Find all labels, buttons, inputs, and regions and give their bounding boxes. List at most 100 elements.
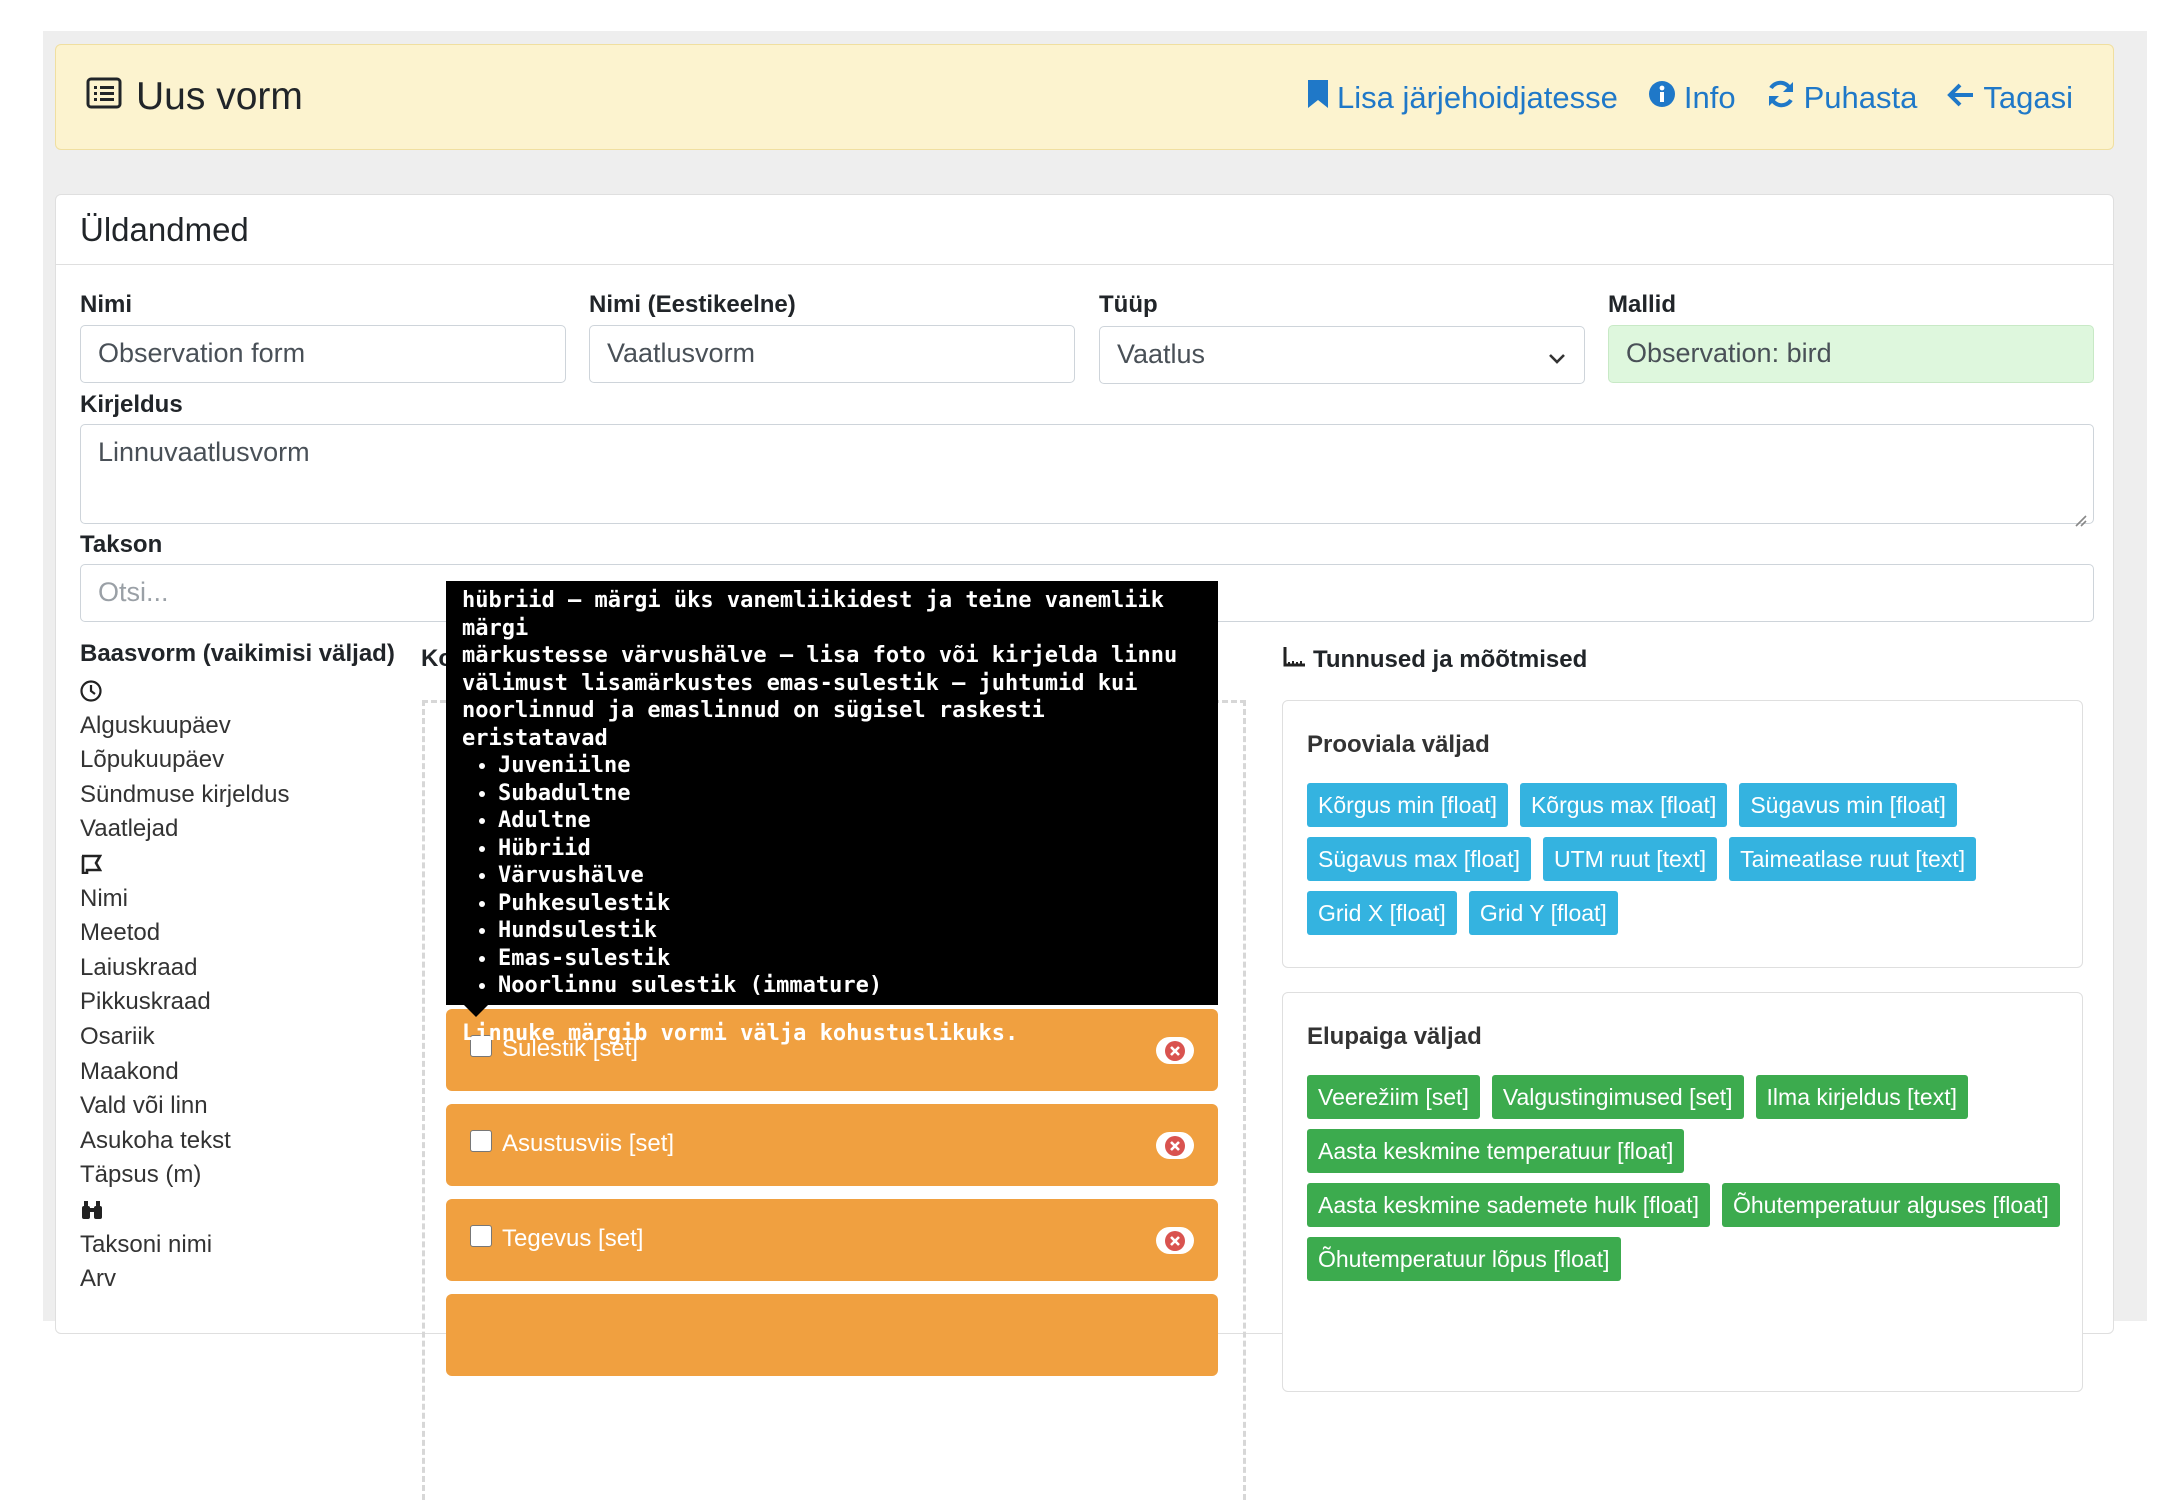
tooltip-arrow <box>464 1005 488 1017</box>
base-field[interactable]: Vald või linn <box>80 1089 420 1124</box>
tooltip-item: Puhkesulestik <box>498 890 1202 918</box>
description-textarea[interactable]: Linnuvaatlusvorm <box>80 424 2094 527</box>
field-badge[interactable]: Grid Y [float] <box>1468 891 1618 935</box>
page-header: Uus vorm Lisa järjehoidjatesse Info Puha… <box>55 44 2114 150</box>
field-badge[interactable]: Valgustingimused [set] <box>1491 1075 1744 1119</box>
base-field[interactable]: Alguskuupäev <box>80 709 420 744</box>
type-select[interactable]: Vaatlus <box>1099 326 1585 384</box>
field-tooltip: hübriid – märgi üks vanemliikidest ja te… <box>446 581 1218 1046</box>
field-badge[interactable]: Kõrgus min [float] <box>1307 783 1508 827</box>
templates-input[interactable]: Observation: bird <box>1608 325 2094 383</box>
field-badge[interactable]: Aasta keskmine temperatuur [float] <box>1307 1129 1685 1173</box>
field-badge[interactable]: Aasta keskmine sademete hulk [float] <box>1307 1183 1710 1227</box>
back-link[interactable]: Tagasi <box>1947 79 2073 117</box>
base-form-list: Baasvorm (vaikimisi väljad) Alguskuupäev… <box>80 640 420 1297</box>
tooltip-item: Noorlinnu sulestik (immature) <box>498 972 1202 1000</box>
required-checkbox[interactable] <box>470 1130 492 1152</box>
form-field-row[interactable]: Asustusviis [set] <box>446 1104 1218 1186</box>
name-input[interactable]: Observation form <box>80 325 566 383</box>
base-field[interactable]: Nimi <box>80 882 420 917</box>
description-value: Linnuvaatlusvorm <box>98 437 310 467</box>
name-label: Nimi <box>80 291 133 318</box>
base-field[interactable]: Sündmuse kirjeldus <box>80 778 420 813</box>
base-field[interactable]: Meetod <box>80 916 420 951</box>
base-field[interactable]: Lõpukuupäev <box>80 743 420 778</box>
form-field-row[interactable]: Tegevus [set] <box>446 1199 1218 1281</box>
chevron-down-icon <box>1548 343 1566 364</box>
habitat-panel: Elupaiga väljad Veerežiim [set] Valgusti… <box>1282 992 2083 1392</box>
tooltip-line: noorlinnud ja emaslinnud on sügisel rask… <box>462 698 1045 751</box>
list-icon <box>86 75 122 119</box>
base-field[interactable]: Pikkuskraad <box>80 985 420 1020</box>
field-badge[interactable]: Õhutemperatuur alguses [float] <box>1721 1183 2060 1227</box>
templates-label: Mallid <box>1608 291 1677 318</box>
field-badge[interactable]: Veerežiim [set] <box>1307 1075 1480 1119</box>
base-field[interactable]: Osariik <box>80 1020 420 1055</box>
page-title-text: Uus vorm <box>136 75 303 118</box>
base-form-heading: Baasvorm (vaikimisi väljad) <box>80 640 395 667</box>
measurements-heading-text: Tunnused ja mõõtmised <box>1313 645 1588 673</box>
bookmark-label: Lisa järjehoidjatesse <box>1337 80 1618 115</box>
name-et-label: Nimi (Eestikeelne) <box>589 291 796 318</box>
general-card: Üldandmed Nimi Observation form Nimi (Ee… <box>55 194 2114 1500</box>
field-badge[interactable]: Sügavus min [float] <box>1739 783 1957 827</box>
tooltip-item: Hübriid <box>498 835 1202 863</box>
type-label: Tüüp <box>1099 291 1158 318</box>
arrow-left-icon <box>1947 80 1975 116</box>
field-badge[interactable]: Sügavus max [float] <box>1307 837 1531 881</box>
field-badge[interactable]: Taimeatlase ruut [text] <box>1729 837 1977 881</box>
base-field[interactable]: Täpsus (m) <box>80 1158 420 1193</box>
header-actions: Lisa järjehoidjatesse Info Puhasta Tagas… <box>1307 79 2073 117</box>
base-field[interactable]: Laiuskraad <box>80 951 420 986</box>
back-label: Tagasi <box>1983 80 2073 115</box>
map-icon <box>80 847 420 882</box>
field-badge[interactable]: Õhutemperatuur lõpus [float] <box>1307 1237 1621 1281</box>
tooltip-item: Juveniilne <box>498 752 1202 780</box>
binoculars-icon <box>80 1193 420 1228</box>
habitat-badges: Veerežiim [set] Valgustingimused [set] I… <box>1307 1075 2067 1281</box>
close-icon <box>1165 1135 1185 1156</box>
taxon-label: Takson <box>80 531 163 558</box>
tooltip-line: hübriid – märgi üks vanemliikidest ja te… <box>462 588 1164 641</box>
bookmark-icon <box>1307 79 1329 117</box>
name-et-input[interactable]: Vaatlusvorm <box>589 325 1075 383</box>
tooltip-item: Adultne <box>498 807 1202 835</box>
sample-area-badges: Kõrgus min [float] Kõrgus max [float] Sü… <box>1307 783 2067 935</box>
page-title: Uus vorm <box>86 75 303 119</box>
info-label: Info <box>1683 80 1736 115</box>
type-select-value: Vaatlus <box>1117 339 1206 369</box>
tooltip-list: Juveniilne Subadultne Adultne Hübriid Vä… <box>462 752 1202 1000</box>
form-field-row[interactable] <box>446 1294 1218 1376</box>
field-badge[interactable]: UTM ruut [text] <box>1543 837 1718 881</box>
remove-field-button[interactable] <box>1156 1227 1194 1254</box>
base-field[interactable]: Vaatlejad <box>80 812 420 847</box>
base-field[interactable]: Maakond <box>80 1055 420 1090</box>
tooltip-item: Hundsulestik <box>498 917 1202 945</box>
close-icon <box>1165 1230 1185 1251</box>
tooltip-footer: Linnuke märgib vormi välja kohustuslikuk… <box>462 1020 1019 1046</box>
base-field[interactable]: Arv <box>80 1262 420 1297</box>
base-field[interactable]: Taksoni nimi <box>80 1228 420 1263</box>
required-checkbox[interactable] <box>470 1225 492 1247</box>
form-field-label: Asustusviis [set] <box>502 1130 675 1157</box>
refresh-icon <box>1766 79 1796 117</box>
info-link[interactable]: Info <box>1648 79 1736 117</box>
tooltip-item: Värvushälve <box>498 862 1202 890</box>
tooltip-item: Emas-sulestik <box>498 945 1202 973</box>
field-badge[interactable]: Grid X [float] <box>1307 891 1457 935</box>
tooltip-item: Subadultne <box>498 780 1202 808</box>
bookmark-link[interactable]: Lisa järjehoidjatesse <box>1307 79 1618 117</box>
sample-area-panel: Prooviala väljad Kõrgus min [float] Kõrg… <box>1282 700 2083 968</box>
resize-handle-icon[interactable] <box>2073 503 2087 527</box>
tooltip-line: välimust lisamärkustes emas-sulestik – j… <box>462 670 1138 696</box>
remove-field-button[interactable] <box>1156 1132 1194 1159</box>
clock-icon <box>80 674 420 709</box>
measurements-heading: Tunnused ja mõõtmised <box>1283 645 1587 674</box>
clear-link[interactable]: Puhasta <box>1766 79 1917 117</box>
info-icon <box>1648 80 1676 116</box>
base-field[interactable]: Asukoha tekst <box>80 1124 420 1159</box>
field-badge[interactable]: Kõrgus max [float] <box>1519 783 1728 827</box>
form-field-label: Tegevus [set] <box>502 1225 644 1252</box>
field-badge[interactable]: Ilma kirjeldus [text] <box>1755 1075 1968 1119</box>
habitat-title: Elupaiga väljad <box>1307 1023 1482 1050</box>
